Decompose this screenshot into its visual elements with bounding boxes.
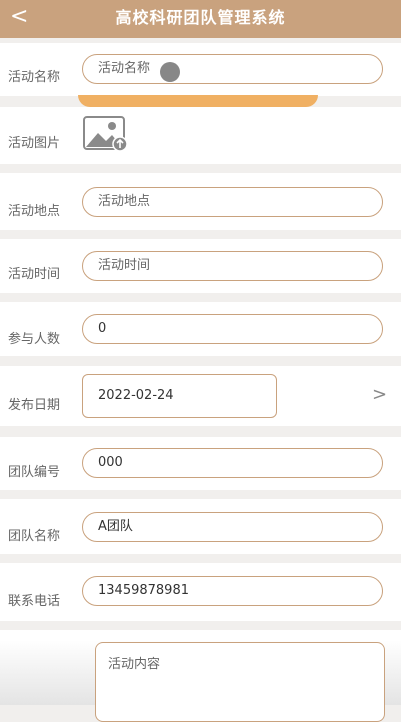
activity-place-label: 活动地点 — [8, 204, 61, 219]
participants-input[interactable]: 0 — [82, 314, 383, 344]
content-textarea[interactable]: 活动内容 — [95, 642, 385, 722]
row-activity-time: 活动时间 活动时间 — [0, 239, 401, 293]
row-publish-date: 发布日期 2022-02-24 > — [0, 366, 401, 426]
row-participants: 参与人数 0 — [0, 302, 401, 356]
touch-cursor — [160, 62, 180, 82]
row-team-no: 团队编号 000 — [0, 437, 401, 490]
team-no-label: 团队编号 — [8, 465, 61, 480]
phone-label: 联系电话 — [8, 594, 61, 609]
team-no-input[interactable]: 000 — [82, 448, 383, 478]
publish-date-picker[interactable]: 2022-02-24 — [82, 374, 277, 418]
image-upload-icon[interactable] — [83, 116, 128, 156]
pull-refresh-indicator — [78, 95, 318, 107]
page-title: 高校科研团队管理系统 — [115, 8, 286, 27]
row-team-name: 团队名称 A团队 — [0, 499, 401, 554]
phone-input[interactable]: 13459878981 — [82, 576, 383, 606]
row-activity-name: 活动名称 活动名称 — [0, 43, 401, 96]
publish-date-label: 发布日期 — [8, 398, 61, 413]
chevron-right-icon[interactable]: > — [372, 384, 387, 405]
team-name-label: 团队名称 — [8, 529, 61, 544]
activity-name-input[interactable]: 活动名称 — [82, 54, 383, 84]
activity-name-label: 活动名称 — [8, 70, 61, 85]
row-activity-image: 活动图片 — [0, 107, 401, 164]
team-name-input[interactable]: A团队 — [82, 512, 383, 542]
app-header: < 高校科研团队管理系统 — [0, 0, 401, 38]
row-phone: 联系电话 13459878981 — [0, 563, 401, 621]
activity-time-input[interactable]: 活动时间 — [82, 251, 383, 281]
activity-image-label: 活动图片 — [8, 136, 61, 151]
activity-time-label: 活动时间 — [8, 267, 61, 282]
participants-label: 参与人数 — [8, 332, 61, 347]
activity-place-input[interactable]: 活动地点 — [82, 187, 383, 217]
row-activity-place: 活动地点 活动地点 — [0, 173, 401, 230]
